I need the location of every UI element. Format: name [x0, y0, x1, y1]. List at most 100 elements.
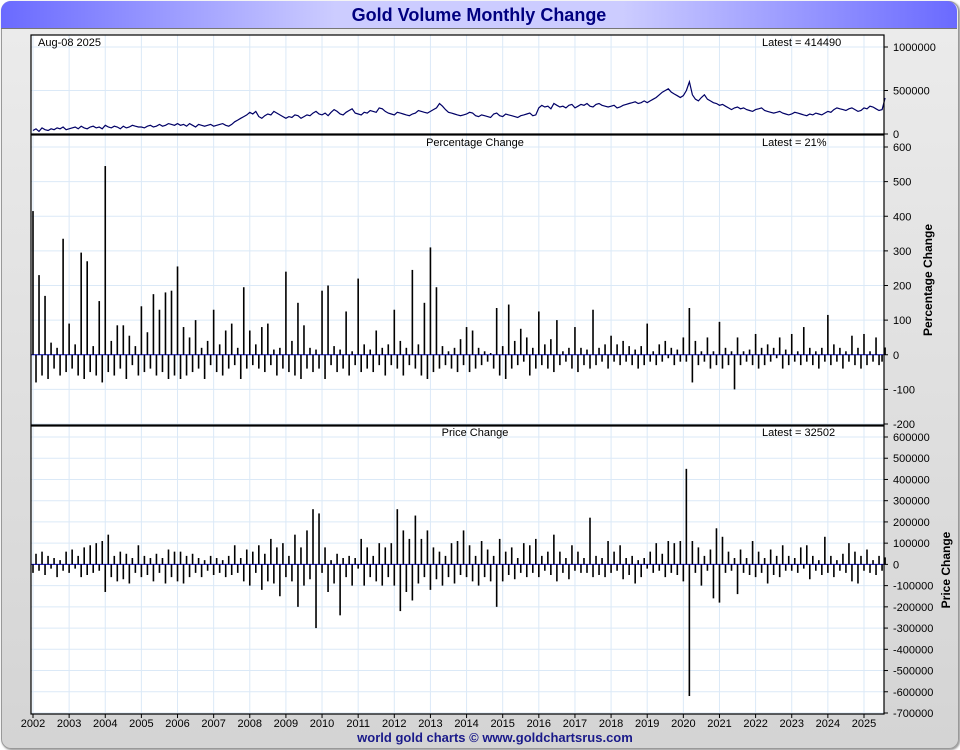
percentage-bar: [830, 354, 832, 366]
price-bar: [821, 564, 823, 575]
percentage-bar: [715, 354, 718, 366]
percentage-bar: [282, 354, 284, 369]
percentage-bar: [444, 354, 447, 366]
y-tick-label: 400000: [893, 474, 930, 486]
price-bar: [824, 536, 826, 565]
percentage-bar: [149, 354, 152, 369]
price-bar: [601, 558, 603, 565]
percentage-bar: [318, 354, 320, 369]
y-tick-label: 0: [893, 129, 899, 141]
percentage-bar: [215, 354, 218, 373]
price-bar: [279, 564, 281, 597]
y-tick-label: 100000: [893, 538, 930, 550]
price-bar: [399, 564, 402, 612]
price-bar: [191, 553, 194, 565]
price-bar: [706, 564, 709, 571]
percentage-bar: [595, 354, 597, 366]
percentage-bar: [881, 354, 883, 362]
price-bar: [628, 564, 630, 575]
y-tick-label: 300: [893, 246, 911, 258]
price-bar: [574, 564, 576, 571]
x-tick-label: 2009: [274, 718, 298, 730]
percentage-bar: [116, 325, 119, 355]
price-bar: [516, 558, 519, 565]
price-bar: [860, 555, 862, 565]
percentage-bar: [387, 344, 390, 355]
percentage-bar: [495, 308, 498, 355]
price-bar: [185, 555, 188, 565]
x-tick-label: 2016: [527, 718, 551, 730]
percentage-bar: [812, 354, 814, 366]
price-bar: [525, 564, 528, 578]
x-tick-label: 2023: [779, 718, 803, 730]
percentage-bar: [303, 325, 305, 355]
percentage-bar: [312, 354, 314, 373]
price-bar: [685, 468, 688, 565]
price-bar: [134, 564, 137, 573]
price-bar: [583, 558, 585, 565]
price-bar: [544, 564, 546, 571]
price-bar: [176, 564, 179, 582]
percentage-bar: [230, 323, 233, 355]
price-bar: [209, 555, 212, 565]
percentage-bar: [140, 306, 143, 355]
percentage-bar: [95, 354, 98, 376]
price-bar: [839, 564, 841, 571]
price-bar: [288, 555, 290, 565]
percentage-bar: [203, 354, 206, 379]
price-bar: [47, 555, 49, 565]
price-bar: [258, 545, 260, 565]
price-bar: [306, 530, 308, 565]
percentage-bar: [300, 354, 302, 379]
panel-title: Price Change: [442, 427, 509, 439]
percentage-bar: [411, 269, 414, 355]
percentage-bar: [429, 247, 432, 355]
percentage-bar: [435, 287, 438, 355]
percentage-bar: [742, 351, 745, 355]
y-tick-label: 600: [893, 142, 911, 154]
price-bar: [863, 564, 865, 571]
price-bar: [622, 564, 624, 580]
price-bar: [643, 558, 645, 565]
price-bar: [456, 541, 459, 565]
price-bar: [805, 545, 808, 565]
percentage-bar: [793, 354, 796, 362]
price-bar: [276, 547, 278, 565]
price-bar: [550, 564, 552, 575]
price-bar: [297, 564, 299, 607]
price-bar: [119, 551, 122, 565]
percentage-bar: [709, 354, 712, 369]
price-bar: [300, 547, 302, 565]
price-bar: [589, 517, 591, 565]
price-bar: [751, 541, 754, 565]
price-bar: [757, 551, 760, 565]
percentage-bar: [586, 349, 588, 355]
y-tick-label: 500000: [893, 453, 930, 465]
percentage-bar: [399, 340, 402, 355]
percentage-bar: [194, 320, 197, 355]
price-bar: [715, 528, 718, 565]
price-bar: [411, 564, 414, 601]
price-bar: [221, 560, 224, 565]
price-bar: [598, 564, 600, 575]
percentage-bar: [498, 354, 501, 376]
percentage-bar: [790, 333, 793, 355]
percentage-bar: [32, 211, 34, 355]
percentage-bar: [309, 347, 311, 355]
price-bar: [610, 564, 612, 573]
percentage-bar: [818, 354, 820, 369]
percentage-bar: [89, 354, 92, 373]
price-bar: [339, 564, 341, 616]
y-tick-label: -400000: [893, 644, 933, 656]
y-tick-label: 500: [893, 177, 911, 189]
chart-svg: 2002 2003 2004 2005 2006 2007 2008 2009 2010 2011…: [21, 34, 953, 730]
percentage-bar: [369, 349, 372, 355]
price-bar: [718, 564, 721, 603]
y-tick-label: -300000: [893, 623, 933, 635]
price-bar: [38, 564, 40, 571]
percentage-bar: [544, 344, 546, 355]
price-bar: [336, 553, 338, 565]
percentage-bar: [736, 337, 739, 355]
percentage-bar: [655, 354, 658, 366]
percentage-bar: [658, 344, 661, 355]
